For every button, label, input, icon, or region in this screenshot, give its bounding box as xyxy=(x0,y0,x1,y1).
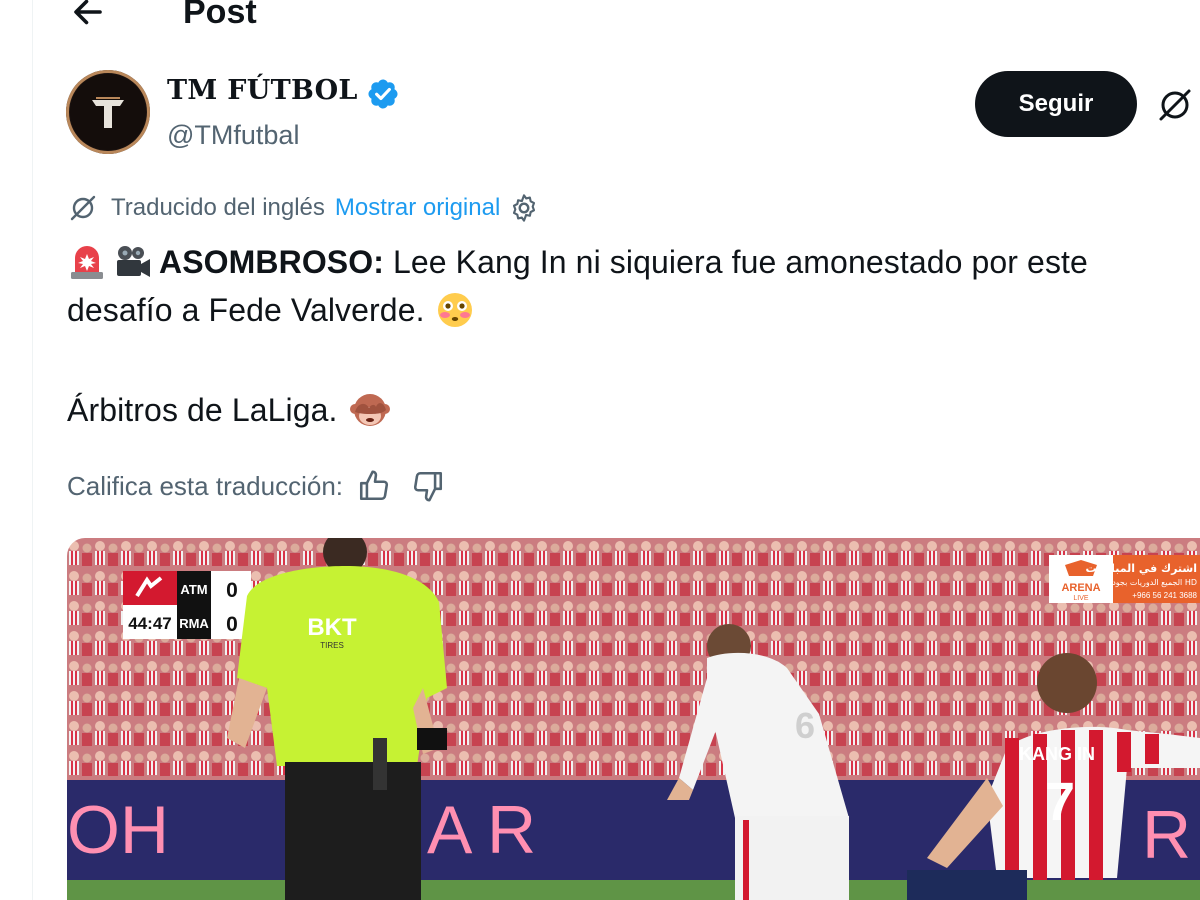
match-clock: 44:47 xyxy=(128,614,171,633)
pitch xyxy=(67,880,1200,900)
back-button[interactable] xyxy=(70,0,106,30)
broadcaster-name: ARENA xyxy=(1061,582,1100,594)
away-score: 0 xyxy=(226,613,238,636)
translation-bar: Traducido del inglés Mostrar original xyxy=(67,190,540,226)
flushed-face-emoji-icon xyxy=(437,293,472,327)
gear-icon[interactable] xyxy=(508,192,540,224)
thumbs-up-icon[interactable] xyxy=(357,469,391,503)
home-team: ATM xyxy=(180,582,207,597)
tweet-highlight: ASOMBROSO: xyxy=(159,244,384,280)
tweet-line-2: desafío a Fede Valverde. xyxy=(67,286,1197,334)
page-header: Post xyxy=(0,0,1200,40)
author-name[interactable]: TM FÚTBOL xyxy=(167,74,358,108)
away-team: RMA xyxy=(179,616,209,631)
grok-button[interactable] xyxy=(1155,85,1195,125)
rate-translation-label: Califica esta traducción: xyxy=(67,470,344,501)
broadcaster-arabic-sub: الجميع الدوريات بجودة HD xyxy=(1108,578,1197,587)
referee-sponsor: BKT xyxy=(307,614,357,641)
broadcaster-sub: LIVE xyxy=(1073,595,1089,602)
tweet-line3-text: Árbitros de LaLiga. xyxy=(67,392,338,428)
tm-logo-icon xyxy=(70,74,146,150)
rate-translation: Califica esta traducción: xyxy=(67,466,445,506)
player-number: 7 xyxy=(1045,772,1075,832)
ad-board-text-right: R xyxy=(487,792,536,868)
player-name: KANG IN xyxy=(1019,744,1095,764)
thumbs-down-icon[interactable] xyxy=(411,469,445,503)
home-score: 0 xyxy=(226,579,238,602)
tweet-line1-text: Lee Kang In ni siquiera fue amonestado p… xyxy=(384,244,1088,280)
broadcaster-logo: ARENA LIVE اشترك في المباريات الجميع الد… xyxy=(1049,555,1200,603)
page-title: Post xyxy=(183,0,257,31)
ad-board-text-far: R xyxy=(1142,797,1191,873)
tweet-media-video[interactable]: OH A R R 44:47 ATM RMA 0 0 ARENA LIVE اش… xyxy=(67,538,1200,900)
tweet-line2-text: desafío a Fede Valverde. xyxy=(67,292,425,328)
referee-sponsor-sub: TIRES xyxy=(320,641,344,650)
ad-board-text-mid: A xyxy=(427,792,473,868)
match-video-frame: OH A R R 44:47 ATM RMA 0 0 ARENA LIVE اش… xyxy=(67,538,1200,900)
author-handle[interactable]: @TMfutbal xyxy=(167,118,299,152)
follow-button[interactable]: Seguir xyxy=(975,71,1137,137)
ad-board-text-left: OH xyxy=(67,792,169,868)
tweet-line-1: ASOMBROSO: Lee Kang In ni siquiera fue a… xyxy=(67,238,1197,286)
tweet-line-3: Árbitros de LaLiga. xyxy=(67,386,1197,434)
avatar[interactable] xyxy=(66,70,150,154)
tweet-text: ASOMBROSO: Lee Kang In ni siquiera fue a… xyxy=(67,238,1197,434)
opponent-number: 6 xyxy=(795,705,815,746)
broadcaster-arabic: اشترك في المباريات xyxy=(1085,562,1197,575)
broadcaster-phone: +966 56 241 3688 xyxy=(1132,591,1197,600)
verified-badge-icon xyxy=(368,79,398,109)
show-original-link[interactable]: Mostrar original xyxy=(335,194,500,222)
translated-label: Traducido del inglés xyxy=(111,194,325,221)
grok-translate-icon xyxy=(70,195,96,221)
arrow-left-icon xyxy=(74,0,102,25)
see-no-evil-monkey-emoji-icon xyxy=(349,394,390,426)
grok-icon xyxy=(1159,89,1191,121)
scoreboard: 44:47 ATM RMA 0 0 xyxy=(123,571,251,639)
police-light-emoji-icon xyxy=(71,246,103,279)
left-divider xyxy=(32,0,33,900)
movie-camera-emoji-icon xyxy=(117,246,150,277)
